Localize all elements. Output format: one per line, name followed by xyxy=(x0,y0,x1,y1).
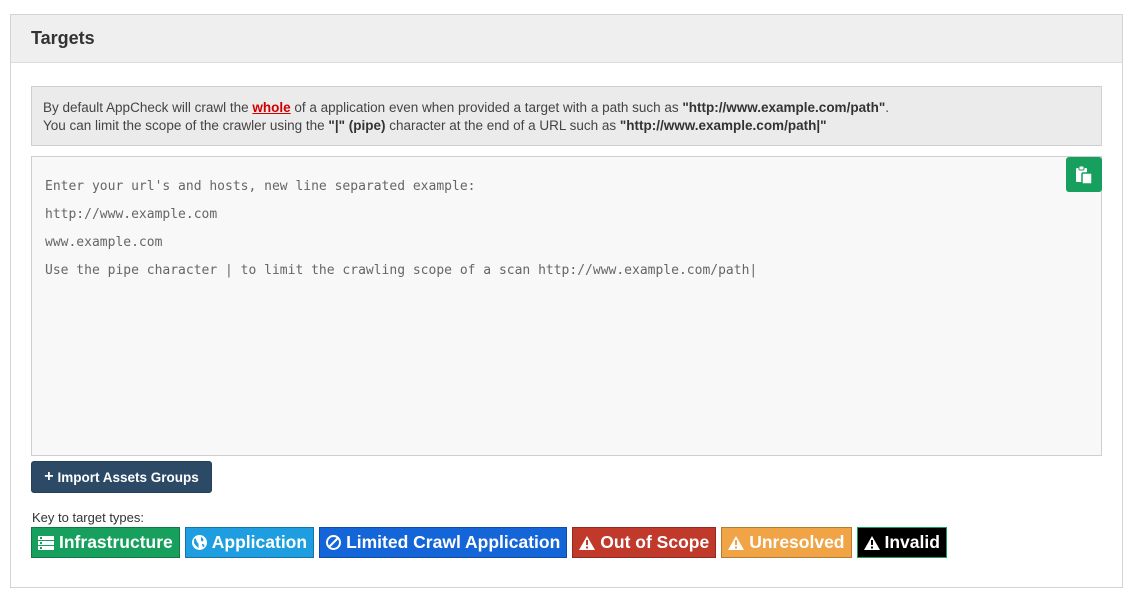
tag-label: Application xyxy=(211,532,308,552)
targets-input-container xyxy=(31,156,1102,456)
clipboard-icon xyxy=(1076,165,1093,185)
tag-label: Unresolved xyxy=(749,532,845,552)
ban-icon xyxy=(326,535,342,550)
key-label: Key to target types: xyxy=(32,510,145,525)
crawl-info-box: By default AppCheck will crawl the whole… xyxy=(31,86,1102,146)
tag-unresolved: Unresolved xyxy=(721,527,852,558)
import-assets-groups-button[interactable]: + Import Assets Groups xyxy=(31,461,212,493)
tag-label: Invalid xyxy=(884,532,940,552)
targets-panel: Targets By default AppCheck will crawl t… xyxy=(10,14,1123,588)
server-icon xyxy=(38,535,54,550)
warning-icon xyxy=(728,535,745,550)
info-line-2: You can limit the scope of the crawler u… xyxy=(43,118,827,133)
tag-application: Application xyxy=(184,527,315,558)
plus-icon: + xyxy=(44,468,54,485)
panel-title: Targets xyxy=(11,15,1122,63)
example-path: "http://www.example.com/path" xyxy=(682,100,886,115)
info-line-1: By default AppCheck will crawl the whole… xyxy=(43,100,889,115)
tag-infrastructure: Infrastructure xyxy=(31,527,180,558)
tag-label: Infrastructure xyxy=(59,532,173,552)
target-type-key: Infrastructure Application Limited Crawl… xyxy=(31,527,947,558)
tag-limited-crawl-application: Limited Crawl Application xyxy=(319,527,568,558)
globe-icon xyxy=(191,535,207,550)
whole-emphasis: whole xyxy=(252,100,291,115)
pipe-emphasis: "|" (pipe) xyxy=(328,118,386,133)
tag-invalid: Invalid xyxy=(856,527,947,558)
paste-button[interactable] xyxy=(1066,157,1102,192)
warning-icon xyxy=(863,535,880,550)
targets-textarea[interactable] xyxy=(32,157,1101,455)
tag-label: Out of Scope xyxy=(600,532,710,552)
warning-icon xyxy=(579,535,596,550)
example-pipe-path: "http://www.example.com/path|" xyxy=(619,118,827,133)
tag-out-of-scope: Out of Scope xyxy=(572,527,717,558)
tag-label: Limited Crawl Application xyxy=(346,532,561,552)
import-button-label: Import Assets Groups xyxy=(57,469,199,485)
